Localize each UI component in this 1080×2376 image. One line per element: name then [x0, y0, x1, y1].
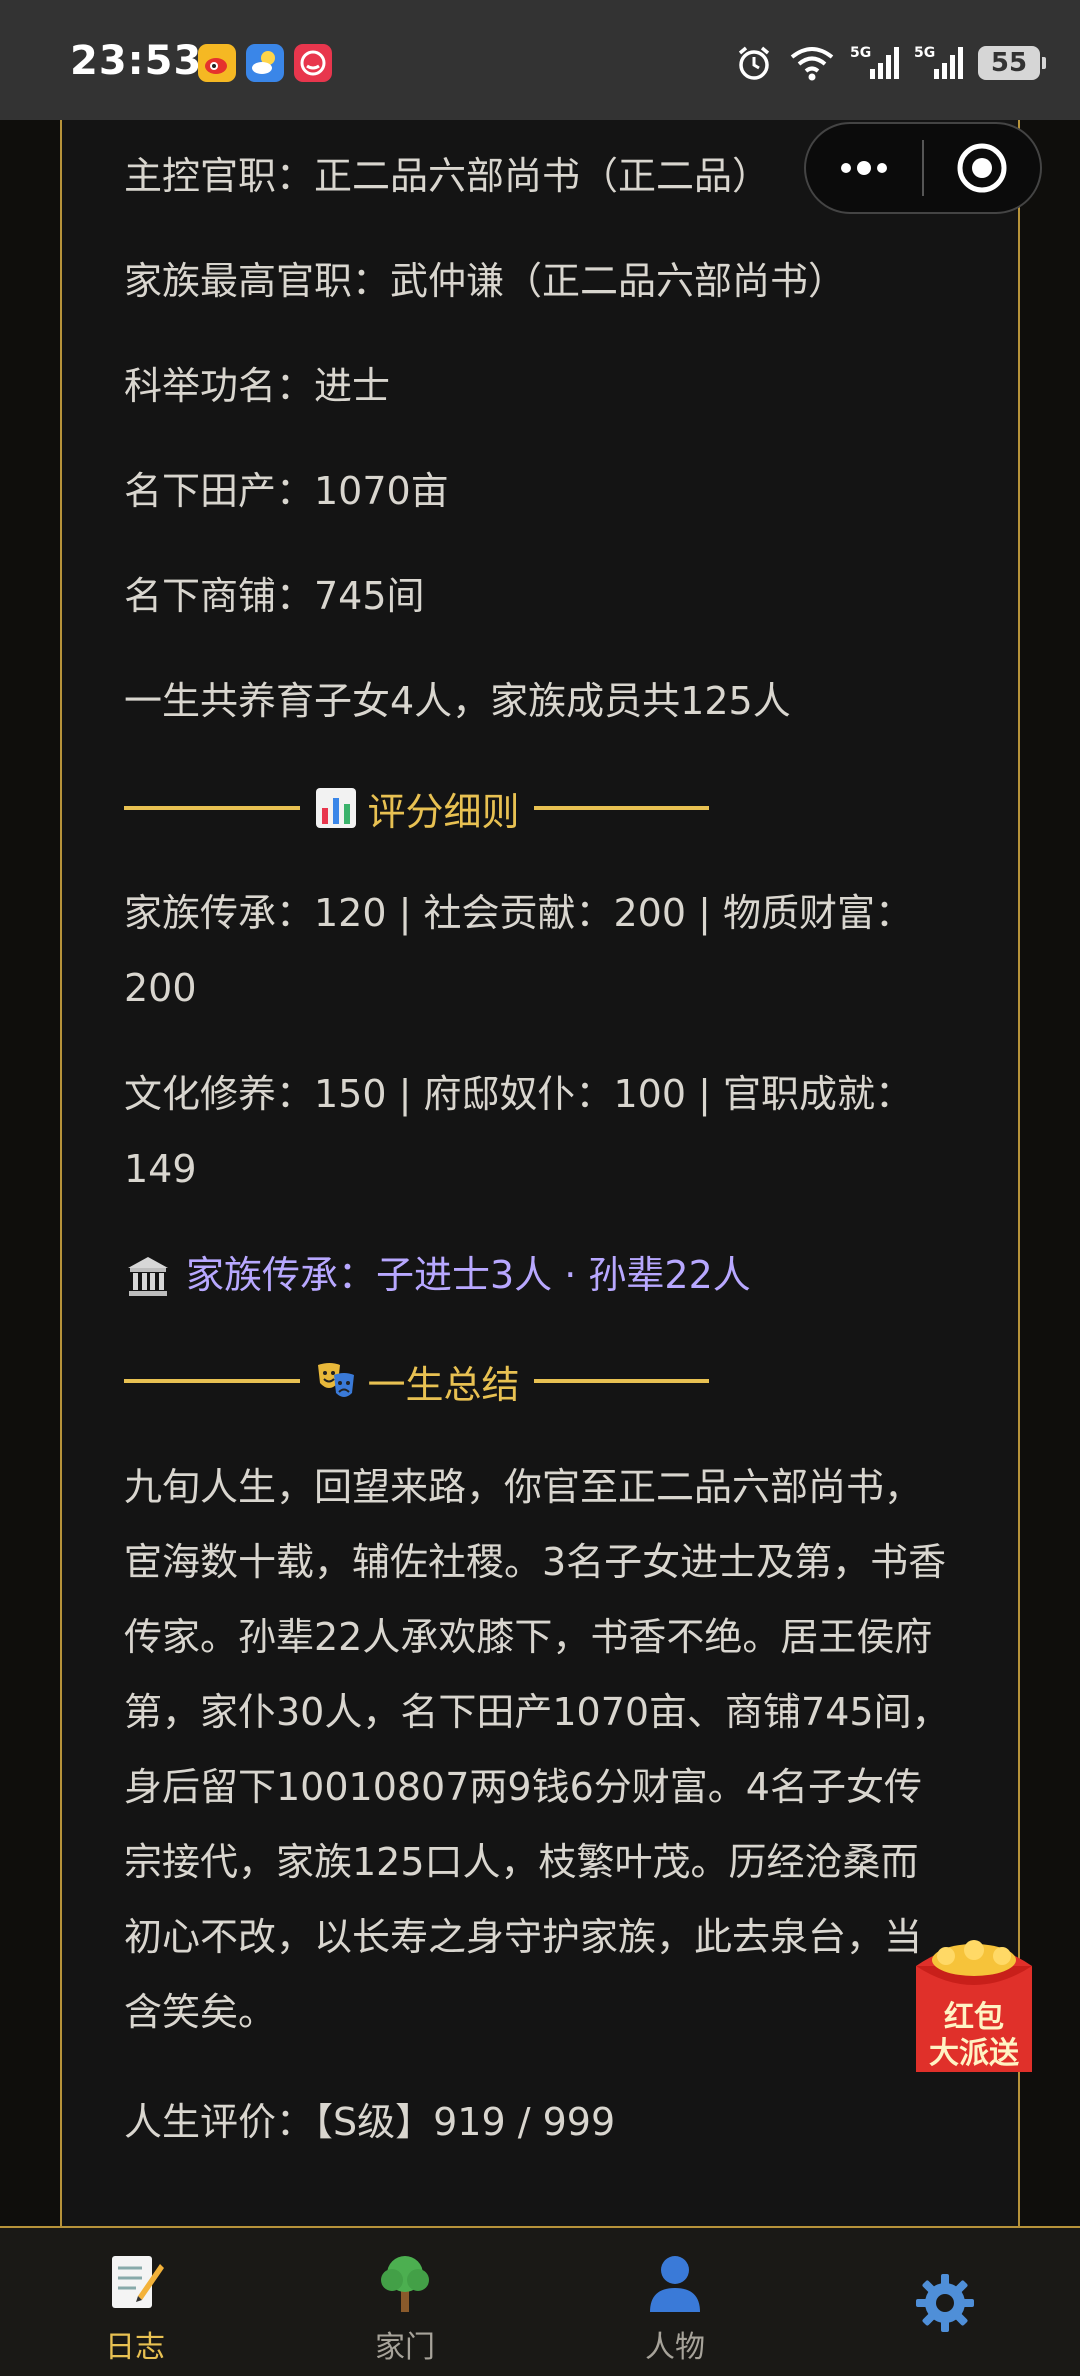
more-icon [841, 161, 887, 175]
theater-masks-icon [317, 1363, 354, 1397]
rule-right [533, 1379, 710, 1383]
person-icon [650, 2256, 700, 2312]
shops-line: 名下商铺：745间 [124, 574, 425, 618]
svg-text:5G: 5G [850, 45, 871, 61]
nav-item-family[interactable]: 家门 [270, 2228, 540, 2376]
status-time: 23:53 [70, 38, 203, 84]
nav-label-family: 家门 [375, 2330, 435, 2365]
family-top-office-line: 家族最高官职：武仲谦（正二品六部尚书） [124, 259, 847, 303]
app-root: 23:53 5G 5G 55 主控官职：正二品六部尚书（正二品） 家族最高官职：… [0, 0, 1080, 2376]
rule-left [124, 806, 300, 810]
score-section-header: 评分细则 [124, 778, 710, 838]
nav-item-settings[interactable] [810, 2228, 1080, 2376]
children-line: 一生共养育子女4人，家族成员共125人 [124, 679, 791, 723]
exam-rank-line: 科举功名：进士 [124, 364, 391, 408]
signal-icon-2: 5G [914, 45, 963, 79]
rule-left [124, 1379, 300, 1383]
status-bar: 23:53 5G 5G 55 [0, 0, 1080, 120]
alarm-icon [738, 46, 770, 80]
heritage-text: 家族传承：子进士3人 · 孙辈22人 [186, 1253, 751, 1297]
summary-section-title: 一生总结 [367, 1362, 520, 1407]
svg-text:5G: 5G [914, 45, 935, 61]
nav-label-log: 日志 [105, 2330, 165, 2365]
nav-item-log[interactable]: 日志 [0, 2228, 270, 2376]
life-summary: 九旬人生，回望来路，你官至正二品六部尚书，宦海数十载，辅佐社稷。3名子女进士及第… [124, 1465, 950, 2034]
nav-item-characters[interactable]: 人物 [540, 2228, 810, 2376]
rule-right [533, 806, 710, 810]
gear-icon [916, 2274, 974, 2332]
red-packet-button[interactable]: 红包 大派送 [906, 1926, 1042, 2076]
close-button[interactable] [924, 124, 1040, 212]
tree-icon [381, 2256, 429, 2312]
weather-icon [246, 44, 284, 82]
farmland-line: 名下田产：1070亩 [124, 469, 449, 513]
system-icons: 5G 5G 55 [734, 40, 1046, 86]
heritage-line: 家族传承：子进士3人 · 孙辈22人 [124, 1238, 964, 1313]
mini-program-capsule [804, 122, 1042, 214]
weibo-icon [198, 44, 236, 82]
life-rating: 人生评价：【S级】919 / 999 [124, 2100, 616, 2144]
bar-chart-icon [315, 788, 356, 828]
memo-icon [112, 2256, 164, 2308]
score-line-2: 文化修养：150 | 府邸奴仆：100 | 官职成就：149 [124, 1072, 913, 1191]
app-icon [294, 44, 332, 82]
more-button[interactable] [806, 124, 922, 212]
target-icon [957, 143, 1007, 193]
red-packet-label-2: 大派送 [929, 2036, 1019, 2071]
score-section-title: 评分细则 [367, 789, 520, 834]
score-line-1: 家族传承：120 | 社会贡献：200 | 物质财富：200 [124, 891, 913, 1010]
wifi-icon [790, 47, 834, 81]
summary-section-header: 一生总结 [124, 1351, 710, 1411]
classical-building-icon [128, 1256, 168, 1296]
nav-label-characters: 人物 [645, 2330, 705, 2365]
signal-icon: 5G [850, 45, 899, 79]
bottom-nav: 日志 家门 人物 [0, 2226, 1080, 2376]
battery-indicator: 55 [978, 46, 1046, 80]
